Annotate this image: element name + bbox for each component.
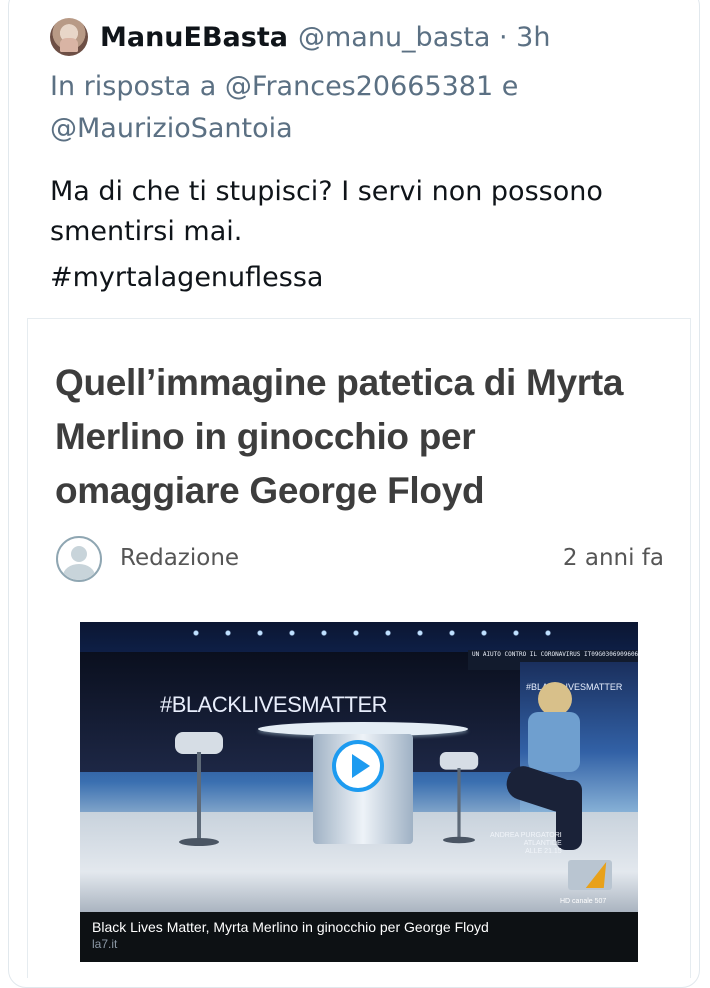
- studio-lights: [180, 628, 560, 638]
- reply-line-2[interactable]: @MaurizioSantoia: [50, 113, 293, 144]
- divider: [27, 318, 691, 319]
- lower-third-line1: ANDREA PURGATORI: [490, 832, 562, 839]
- author-avatar-icon: [56, 536, 102, 582]
- tweet-header: ManuEBasta @manu_basta · 3h: [50, 18, 550, 56]
- video-caption[interactable]: Black Lives Matter, Myrta Merlino in gin…: [80, 912, 638, 962]
- presenter-top: [528, 712, 580, 772]
- tweet-text: Ma di che ti stupisci? I servi non posso…: [50, 176, 603, 247]
- screen-text: #BLACKLIVESMATTER: [160, 692, 388, 717]
- lower-third-line3: ALLE 21.15: [525, 848, 562, 855]
- handle-and-time[interactable]: @manu_basta · 3h: [298, 22, 551, 53]
- display-name[interactable]: ManuEBasta: [100, 22, 288, 53]
- stool-seat: [175, 732, 223, 754]
- video-thumbnail[interactable]: #BLACKLIVESMATTER UN AIUTO CONTRO IL COR…: [80, 622, 638, 912]
- stool-foot: [179, 838, 219, 846]
- stool-foot: [443, 836, 475, 844]
- article-title[interactable]: Quell’immagine patetica di Myrta Merlino…: [55, 356, 655, 518]
- lower-third-line2: ATLANTIDE: [523, 840, 562, 847]
- user-avatar[interactable]: [50, 18, 88, 56]
- article-author: Redazione: [120, 545, 240, 571]
- article-date: 2 anni fa: [562, 545, 664, 571]
- reply-context: In risposta a @Frances20665381 e @Mauriz…: [50, 66, 650, 150]
- reply-line-1[interactable]: In risposta a @Frances20665381 e: [50, 71, 518, 102]
- lower-third: ANDREA PURGATORI ATLANTIDE ALLE 21.15: [490, 832, 562, 856]
- hashtag-link[interactable]: #myrtalagenuflessa: [50, 258, 323, 298]
- stool-pole: [197, 752, 201, 844]
- stool-left: [175, 732, 223, 852]
- presenter-hair: [538, 682, 572, 716]
- caption-domain[interactable]: la7.it: [92, 936, 626, 952]
- stool-pole: [457, 768, 461, 842]
- caption-title[interactable]: Black Lives Matter, Myrta Merlino in gin…: [92, 918, 626, 936]
- channel-label: HD canale 507: [560, 898, 607, 905]
- stool-seat: [439, 752, 479, 770]
- stool-right: [439, 752, 479, 848]
- la7-logo: [568, 860, 612, 890]
- play-icon[interactable]: [332, 740, 384, 792]
